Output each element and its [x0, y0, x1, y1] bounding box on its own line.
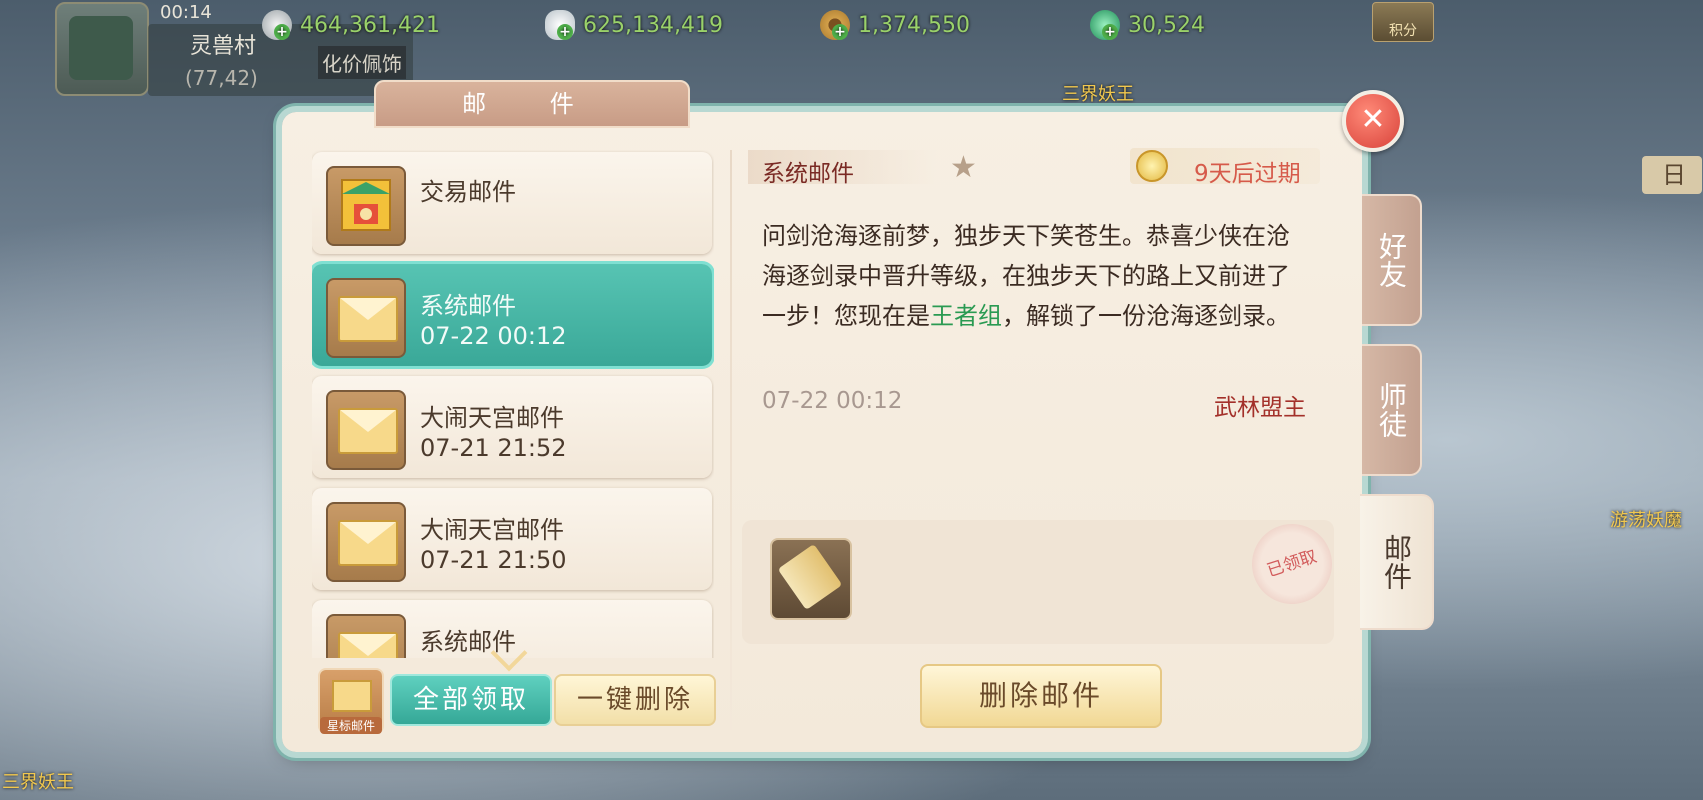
detail-title: 系统邮件: [762, 161, 854, 187]
points-button[interactable]: 积分: [1372, 2, 1434, 42]
mail-body-highlight: 王者组: [930, 302, 1002, 330]
mail-body: 问剑沧海逐前梦，独步天下笑苍生。恭喜少侠在沧海逐剑录中晋升等级，在独步天下的路上…: [762, 216, 1310, 336]
mail-item-name: 大闹天宫邮件: [420, 516, 564, 544]
tab-mentor[interactable]: 师徒: [1362, 344, 1422, 476]
expire-text: 9天后过期: [1194, 161, 1301, 187]
mail-item-time: 07-21 21:52: [420, 434, 567, 462]
map-label-monster: 游荡妖魔: [1610, 510, 1682, 531]
copper-coin-icon: [820, 10, 850, 40]
mail-date: 07-22 00:12: [762, 388, 903, 414]
envelope-icon: [326, 278, 406, 358]
divider: [730, 150, 732, 730]
tab-friends[interactable]: 好友: [1362, 194, 1422, 326]
trade-temple-icon: [326, 166, 406, 246]
close-button[interactable]: ✕: [1342, 90, 1404, 152]
mail-item-havoc-1[interactable]: 大闹天宫邮件 07-21 21:52: [312, 376, 712, 478]
mail-item-name: 交易邮件: [420, 178, 516, 206]
currency-value: 1,374,550: [858, 12, 970, 38]
currency-silver-ingot[interactable]: 625,134,419: [545, 8, 723, 42]
clock-icon: [1136, 150, 1168, 182]
mail-item-time: 07-21 21:50: [420, 546, 567, 574]
envelope-icon: [326, 390, 406, 470]
location-coords: (77,42): [185, 66, 258, 90]
map-label-boss: 三界妖王: [1062, 84, 1134, 105]
star-icon[interactable]: ★: [950, 150, 977, 185]
tab-mail[interactable]: 邮件: [1360, 494, 1434, 630]
location-name: 灵兽村: [190, 34, 257, 59]
mail-item-trade[interactable]: 交易邮件: [312, 152, 712, 254]
delete-all-button[interactable]: 一键删除: [554, 674, 716, 726]
location-extra-label: 化价佩饰: [318, 46, 406, 79]
collect-all-button[interactable]: 全部领取: [390, 674, 552, 726]
delete-mail-button[interactable]: 删除邮件: [920, 664, 1162, 728]
right-edge-label: 日: [1662, 161, 1686, 189]
mail-item-time: 07-22 00:12: [420, 322, 567, 350]
close-icon: ✕: [1360, 102, 1386, 137]
mail-item-name: 大闹天宫邮件: [420, 404, 564, 432]
star-envelope-icon: [332, 680, 372, 712]
map-scroll-icon: [69, 16, 133, 80]
mail-list[interactable]: 交易邮件 系统邮件 07-22 00:12 大闹天宫邮件 07-21 21:52…: [312, 150, 714, 658]
map-label-boss-2: 三界妖王: [2, 772, 74, 793]
currency-silver-coin[interactable]: 464,361,421: [262, 8, 440, 42]
currency-copper-coin[interactable]: 1,374,550: [820, 8, 970, 42]
silver-ingot-icon: [545, 10, 575, 40]
jade-icon: [1090, 10, 1120, 40]
currency-value: 625,134,419: [583, 12, 723, 38]
envelope-icon: [326, 614, 406, 658]
currency-value: 464,361,421: [300, 12, 440, 38]
mail-item-havoc-2[interactable]: 大闹天宫邮件 07-21 21:50: [312, 488, 712, 590]
star-mail-button[interactable]: 星标邮件: [318, 668, 384, 734]
points-label: 积分: [1389, 23, 1417, 39]
right-edge-button[interactable]: 日: [1642, 156, 1702, 194]
mail-sender: 武林盟主: [1214, 395, 1306, 421]
dialog-title: 邮 件: [374, 80, 690, 128]
minimap-button[interactable]: [55, 2, 149, 96]
tab-mail-label: 邮件: [1380, 534, 1413, 590]
tab-mentor-label: 师徒: [1375, 382, 1408, 438]
mail-item-name: 系统邮件: [420, 292, 516, 320]
currency-value: 30,524: [1128, 12, 1205, 38]
mail-item-system-selected[interactable]: 系统邮件 07-22 00:12: [312, 264, 712, 366]
scroll-item-icon: [777, 543, 843, 611]
attachment-slot[interactable]: [770, 538, 852, 620]
mail-body-part2: ，解锁了一份沧海逐剑录。: [1002, 302, 1290, 330]
currency-jade[interactable]: 30,524: [1090, 8, 1205, 42]
star-mail-label: 星标邮件: [320, 717, 382, 734]
clock-time: 00:14: [160, 2, 212, 23]
envelope-icon: [326, 502, 406, 582]
silver-coin-icon: [262, 10, 292, 40]
tab-friends-label: 好友: [1375, 232, 1408, 288]
